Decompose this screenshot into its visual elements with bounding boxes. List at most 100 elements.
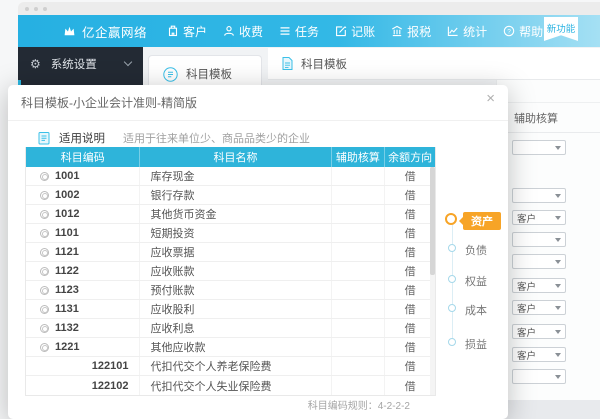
table-row[interactable]: 1121 应收票据 借 [26,243,435,262]
subject-code: 1131 [55,303,79,315]
subject-code-cell: 122101 [26,357,141,375]
window-dot[interactable] [25,7,29,11]
table-row[interactable]: 1131 应收股利 借 [26,300,435,319]
subject-code: 1002 [55,189,80,201]
category-stepper: 资产负债权益成本损益 [436,205,508,385]
table-row[interactable]: 122102 代扣代交个人失业保险费 借 [26,376,435,395]
subject-circle-icon [40,342,49,352]
stepper-circle[interactable] [448,338,456,346]
table-scrollbar[interactable] [430,167,435,395]
bookkeeping-icon [335,25,347,37]
balance-direction-cell: 借 [404,171,416,183]
aux-dropdown[interactable]: 客户 [512,278,566,293]
aux-dropdown[interactable] [512,188,566,203]
stepper-active-circle[interactable] [445,213,457,225]
subject-code-cell: 1122 [26,262,141,280]
table-row[interactable]: 1101 短期投资 借 [26,224,435,243]
table-row[interactable]: 1001 库存现金 借 [26,167,435,186]
subject-name-cell: 库存现金 [140,167,332,185]
content-header: 科目模板 [268,48,600,80]
crown-icon [63,25,76,38]
table-row[interactable]: 122101 代扣代交个人养老保险费 借 [26,357,435,376]
aux-dropdown[interactable]: 客户 [512,300,566,315]
table-row[interactable]: 1132 应收利息 借 [26,319,435,338]
nav-item-4[interactable]: 记账 [335,23,375,40]
table-row[interactable]: 1122 应收账款 借 [26,262,435,281]
svg-text:?: ? [507,28,511,35]
new-feature-label: 新功能 [546,24,576,35]
nav-item-label: 记账 [351,24,376,39]
balance-direction-cell: 借 [404,285,416,297]
aux-accounting-cell [332,224,386,242]
aux-dropdown-value: 客户 [517,281,537,293]
table-row[interactable]: 1221 其他应收款 借 [26,338,435,357]
nav-item-1[interactable]: 客户 [167,23,207,40]
nav-item-5[interactable]: 报税 [391,23,431,40]
aux-dropdown[interactable] [512,140,566,155]
submenu-item-subject-template[interactable]: 科目模板 [149,56,261,82]
caret-down-icon [555,237,561,242]
nav-item-label: 报税 [407,24,432,39]
stepper-label[interactable]: 损益 [465,336,487,352]
subject-circle-icon [40,323,49,333]
aux-dropdown[interactable] [512,254,566,269]
subject-name-cell: 其他应收款 [140,338,332,356]
background-footer [497,400,600,419]
aux-dropdown[interactable] [512,369,566,384]
subject-circle-icon [40,285,49,295]
new-feature-badge[interactable]: 新功能 [544,17,578,41]
stepper-label[interactable]: 成本 [465,302,487,318]
app-window: 亿企赢网络 客户 收费 任务 记账 报税 统计? 帮助 新功能 ⚙ 系统设置 科目模板 [0,0,600,419]
aux-dropdown[interactable]: 客户 [512,210,566,225]
nav-item-6[interactable]: 统计 [447,23,487,40]
subject-template-icon [163,66,178,82]
subject-table: 科目编码 科目名称 辅助核算 余额方向 1001 库存现金借 1002 银行存款借 1012 其… [25,147,436,396]
close-icon[interactable]: × [486,91,495,106]
subject-code-cell: 1221 [26,338,141,356]
stepper-circle[interactable] [448,275,456,283]
subject-code: 122101 [91,360,129,372]
caret-down-icon [555,329,561,334]
nav-item-label: 任务 [295,24,320,39]
subject-code: 1012 [55,208,80,220]
stepper-circle[interactable] [448,244,456,252]
subject-name-cell: 代扣代交个人养老保险费 [140,357,332,375]
balance-direction-cell: 借 [404,361,416,373]
stepper-circle[interactable] [448,304,456,312]
subject-circle-icon [40,209,49,219]
subject-name-cell: 其他货币资金 [140,205,332,223]
nav-item-2[interactable]: 收费 [223,23,263,40]
subject-name-cell: 短期投资 [140,224,332,242]
brand[interactable]: 亿企赢网络 [63,22,147,41]
help-icon: ? [503,25,515,37]
document-icon [282,57,293,70]
table-row[interactable]: 1123 预付账款 借 [26,281,435,300]
balance-direction-cell: 借 [404,247,416,259]
stepper-label[interactable]: 资产 [459,212,501,230]
subject-circle-icon [40,266,49,276]
stepper-label[interactable]: 负债 [465,242,487,258]
aux-dropdown[interactable]: 客户 [512,324,566,339]
balance-direction-cell: 借 [404,323,416,335]
nav-item-3[interactable]: 任务 [279,23,319,40]
caret-down-icon [555,283,561,288]
aux-accounting-cell [332,338,386,356]
nav-item-label: 统计 [463,24,488,39]
window-dot[interactable] [43,7,47,11]
nav-item-label: 客户 [183,24,208,39]
aux-dropdown[interactable]: 客户 [512,347,566,362]
subject-name-cell: 应收利息 [140,319,332,337]
aux-dropdown[interactable] [512,232,566,247]
aux-accounting-cell [332,376,386,395]
window-dot[interactable] [34,7,38,11]
table-row[interactable]: 1002 银行存款 借 [26,186,435,205]
aux-accounting-cell [332,357,386,375]
subject-name-cell: 应收票据 [140,243,332,261]
scrollbar-thumb[interactable] [430,167,435,275]
nav-item-7[interactable]: ? 帮助 [503,23,543,40]
table-row[interactable]: 1012 其他货币资金 借 [26,205,435,224]
stepper-label[interactable]: 权益 [465,273,487,289]
sidebar-item-system-settings[interactable]: ⚙ 系统设置 [18,47,143,80]
subject-code: 1221 [55,341,80,353]
balance-direction-cell: 借 [404,342,416,354]
